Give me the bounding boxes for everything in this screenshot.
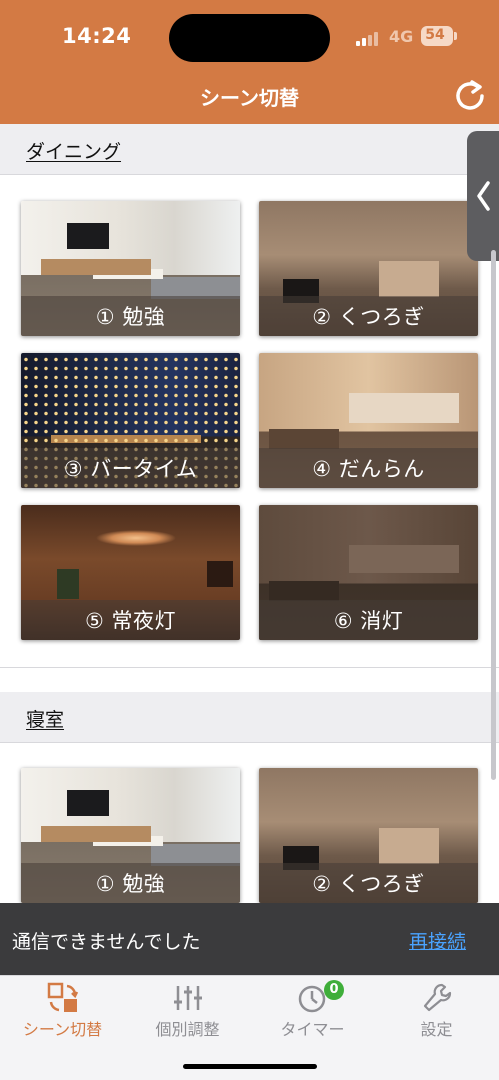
tab-label: タイマー (280, 1020, 345, 1039)
tab-individual-adjust[interactable]: 個別調整 (125, 976, 250, 1046)
scene-tile-dining-4[interactable]: ④ だんらん (259, 353, 478, 488)
status-time: 14:24 (62, 24, 132, 48)
scene-tile-dining-1[interactable]: ① 勉強 (21, 201, 240, 336)
section-title: ダイニング (26, 141, 122, 163)
scene-tile-dining-3[interactable]: ③ バータイム (21, 353, 240, 488)
scene-label: ⑥ 消灯 (333, 609, 404, 633)
camera-notch (169, 14, 330, 62)
tab-label: 設定 (420, 1020, 453, 1039)
scrollbar[interactable] (491, 250, 496, 780)
scene-tile-bedroom-1[interactable]: ① 勉強 (21, 768, 240, 903)
scene-label: ① 勉強 (95, 305, 166, 329)
section-title: 寝室 (26, 709, 65, 731)
divider (0, 174, 499, 175)
scene-tile-bedroom-2[interactable]: ② くつろぎ (259, 768, 478, 903)
banner-message: 通信できませんでした (12, 931, 201, 953)
scene-label: ④ だんらん (312, 457, 425, 481)
page-title: シーン切替 (200, 86, 299, 110)
tab-timer[interactable]: 0 タイマー (250, 976, 375, 1046)
side-drawer-tab[interactable] (467, 131, 499, 261)
scene-label: ② くつろぎ (312, 305, 425, 329)
battery-cap (454, 32, 457, 40)
scene-tile-dining-5[interactable]: ⑤ 常夜灯 (21, 505, 240, 640)
scene-label: ③ バータイム (63, 457, 198, 481)
signal-icon (356, 30, 378, 46)
header: 14:24 4G 54 シーン切替 (0, 0, 499, 124)
app: 14:24 4G 54 シーン切替 ダイニング ① 勉強 ② くつろぎ ③ バー… (0, 0, 499, 1080)
section-header-bedroom: 寝室 (0, 692, 499, 742)
sliders-icon (174, 986, 202, 1010)
scene-label: ① 勉強 (95, 872, 166, 896)
network-type: 4G (389, 27, 414, 46)
scene-label: ② くつろぎ (312, 872, 425, 896)
scene-tile-dining-2[interactable]: ② くつろぎ (259, 201, 478, 336)
tab-settings[interactable]: 設定 (374, 976, 499, 1046)
connection-error-banner: 通信できませんでした 再接続 (0, 903, 499, 975)
battery-level: 54 (425, 27, 445, 43)
tab-label: 個別調整 (155, 1020, 220, 1039)
scene-tile-dining-6[interactable]: ⑥ 消灯 (259, 505, 478, 640)
section-header-dining: ダイニング (0, 124, 499, 174)
scene-switch-icon (47, 982, 79, 1012)
divider (0, 667, 499, 668)
tab-scene-switch[interactable]: シーン切替 (0, 976, 125, 1046)
timer-badge: 0 (324, 980, 344, 1000)
scene-label: ⑤ 常夜灯 (84, 609, 176, 633)
home-indicator (183, 1064, 317, 1069)
chevron-left-icon (477, 181, 490, 211)
refresh-icon[interactable] (452, 77, 488, 113)
divider (0, 742, 499, 743)
battery-icon: 54 (421, 26, 453, 46)
wrench-icon (423, 983, 452, 1012)
reconnect-link[interactable]: 再接続 (409, 927, 466, 954)
tab-label: シーン切替 (22, 1020, 103, 1039)
